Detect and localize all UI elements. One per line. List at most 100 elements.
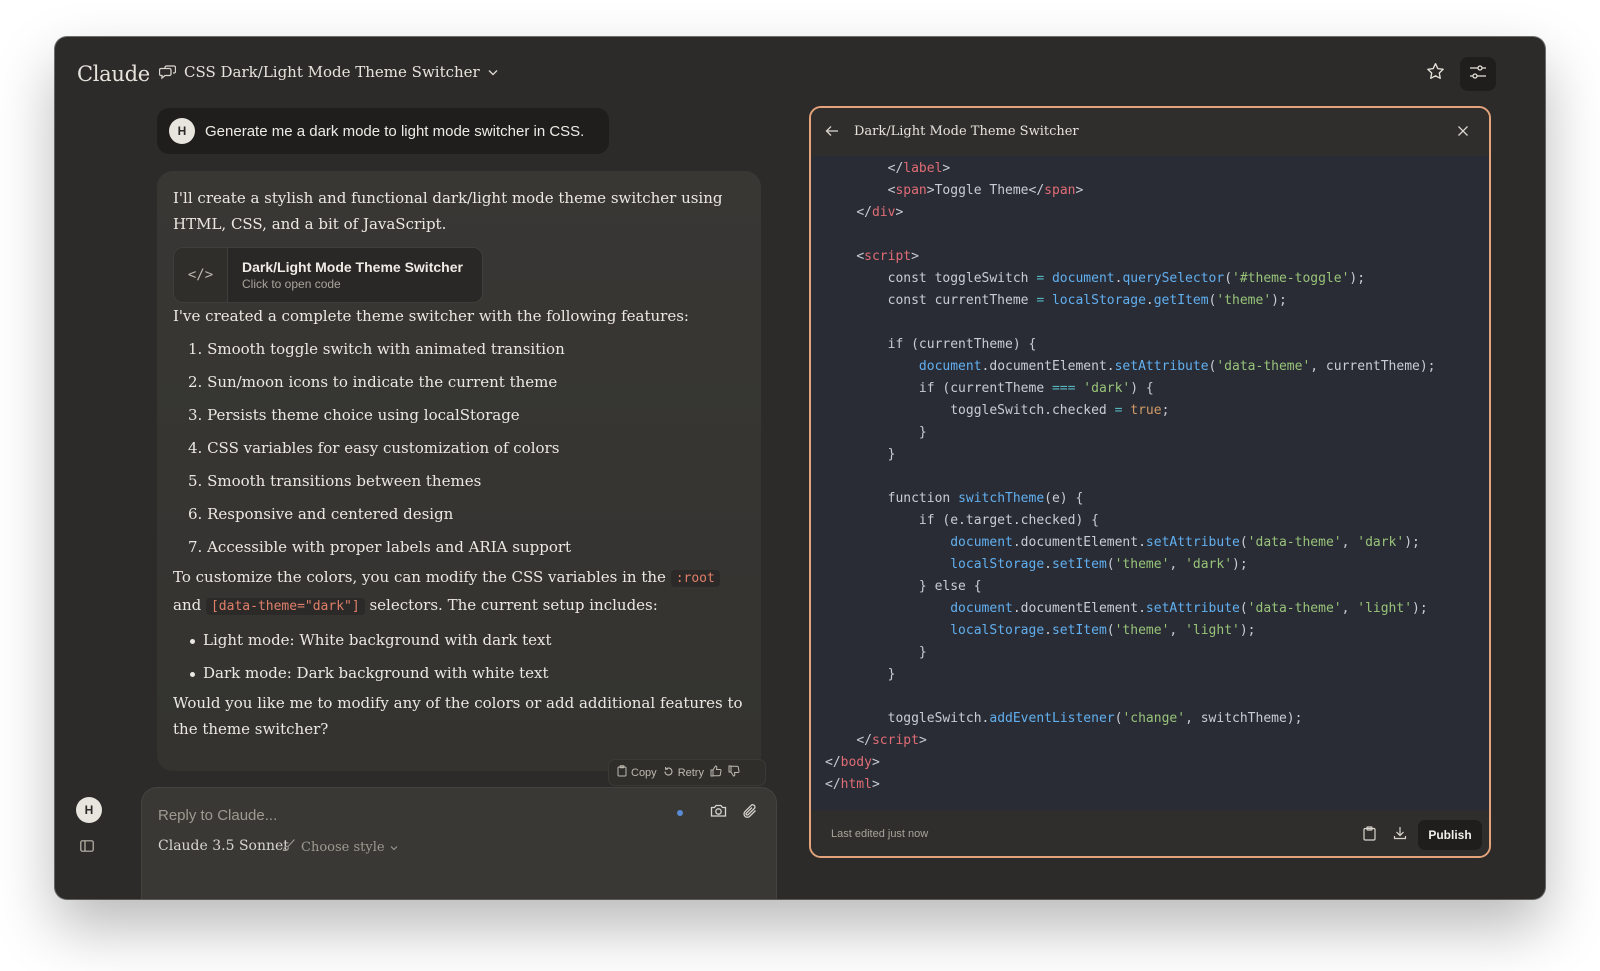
code-token: Toggle Theme [934,183,1029,198]
code-token: document [918,359,982,374]
code-token: body [840,755,872,770]
list-item-text: Dark mode: Dark background with white te… [203,664,549,682]
code-line: toggleSwitch.checked = true; [811,400,1489,422]
code-token: document [950,601,1013,616]
code-token: ( [1239,601,1248,616]
code-token: setItem [1051,557,1107,572]
code-token: span [895,183,927,198]
code-token: span [1044,183,1076,198]
list-item-text: Light mode: White background with dark t… [203,631,552,649]
code-token: } [825,645,927,660]
artifact-panel-title: Dark/Light Mode Theme Switcher [854,124,1079,139]
screenshot-button[interactable] [710,803,727,823]
code-line: } [811,642,1489,664]
artifact-panel-header: Dark/Light Mode Theme Switcher [811,108,1489,156]
code-token: , [1169,623,1186,638]
code-line: localStorage.setItem('theme', 'dark'); [811,554,1489,576]
code-token: localStorage [950,623,1045,638]
features-list: 1. Smooth toggle switch with animated tr… [173,333,745,564]
copy-code-button[interactable] [1363,826,1376,846]
code-token: localStorage [950,557,1045,572]
publish-button[interactable]: Publish [1418,820,1482,850]
code-token: addEventListener [989,711,1115,726]
code-token: if (currentTheme [825,381,1052,396]
back-button[interactable] [825,124,839,142]
thumbs-up-button[interactable] [710,765,722,780]
code-token: 'theme' [1114,557,1170,572]
conversation-title-dropdown[interactable]: CSS Dark/Light Mode Theme Switcher [159,63,498,81]
code-token: = [1036,293,1045,308]
retry-label: Retry [677,766,704,779]
list-item: 7. Accessible with proper labels and ARI… [188,538,572,556]
composer: Claude 3.5 Sonnet Choose style [141,787,777,899]
code-token: </ [1028,183,1045,198]
code-token: const currentTheme [825,293,1037,308]
code-token: 'theme' [1216,293,1272,308]
code-token: > [1075,183,1084,198]
style-selector[interactable]: Choose style [282,838,398,856]
settings-button[interactable] [1460,57,1496,91]
status-dot [677,810,683,816]
star-button[interactable] [1417,57,1453,91]
code-token: ); [1404,535,1420,550]
code-token: .documentElement. [1012,601,1146,616]
brand-logo[interactable]: Claude [77,62,150,86]
artifact-panel: Dark/Light Mode Theme Switcher </label> … [809,106,1491,858]
sidebar-toggle-icon [80,839,94,856]
retry-button[interactable]: Retry [663,766,704,780]
code-line: } [811,444,1489,466]
code-line: document.documentElement.setAttribute('d… [811,356,1489,378]
code-viewer[interactable]: </label> <span>Toggle Theme</span> </div… [811,156,1489,810]
code-token: } [825,667,896,682]
app-window: Claude CSS Dark/Light Mode Theme Switche… [55,37,1545,899]
code-token: . [1044,623,1052,638]
thumbs-down-button[interactable] [728,765,740,780]
artifact-card[interactable]: </> Dark/Light Mode Theme Switcher Click… [173,247,483,303]
chevron-down-icon [390,840,398,855]
code-line: </body> [811,752,1489,774]
code-token: ( [1106,623,1115,638]
thumbs-up-icon [710,765,722,780]
code-token: ); [1232,557,1248,572]
code-token: 'light' [1357,601,1413,616]
code-line: } else { [811,576,1489,598]
close-button[interactable] [1457,124,1469,142]
user-avatar: H [169,118,195,144]
conversation-title: CSS Dark/Light Mode Theme Switcher [184,63,480,81]
arrow-left-icon [825,124,839,141]
code-line: </html> [811,774,1489,796]
top-bar: Claude CSS Dark/Light Mode Theme Switche… [55,37,1545,109]
download-button[interactable] [1393,826,1407,845]
model-selector[interactable]: Claude 3.5 Sonnet [158,838,289,854]
code-token: ) { [1130,381,1154,396]
code-token: true [1130,403,1162,418]
code-token: } [825,425,927,440]
code-line: toggleSwitch.addEventListener('change', … [811,708,1489,730]
code-token: .documentElement. [1012,535,1146,550]
style-label: Choose style [301,839,385,855]
reply-input[interactable] [158,802,658,828]
list-item: Dark mode: Dark background with white te… [173,657,745,690]
attach-button[interactable] [742,803,758,824]
copy-button[interactable]: Copy [617,765,657,780]
list-item: 4. CSS variables for easy customization … [188,439,560,457]
code-token: ( [1106,557,1115,572]
code-token: </ [887,161,904,176]
customize-text-after: selectors. The current setup includes: [364,596,658,614]
code-token: , [1169,557,1186,572]
code-line: document.documentElement.setAttribute('d… [811,532,1489,554]
assistant-message: I'll create a stylish and functional dar… [157,171,761,771]
code-line: if (currentTheme) { [811,334,1489,356]
code-token: > [942,161,951,176]
code-token: setAttribute [1145,601,1240,616]
code-token: if (e.target.checked) { [825,513,1099,528]
sidebar-toggle-button[interactable] [80,839,94,857]
profile-avatar[interactable]: H [76,797,102,823]
code-token: 'light' [1185,623,1240,638]
code-token: ); [1239,623,1256,638]
